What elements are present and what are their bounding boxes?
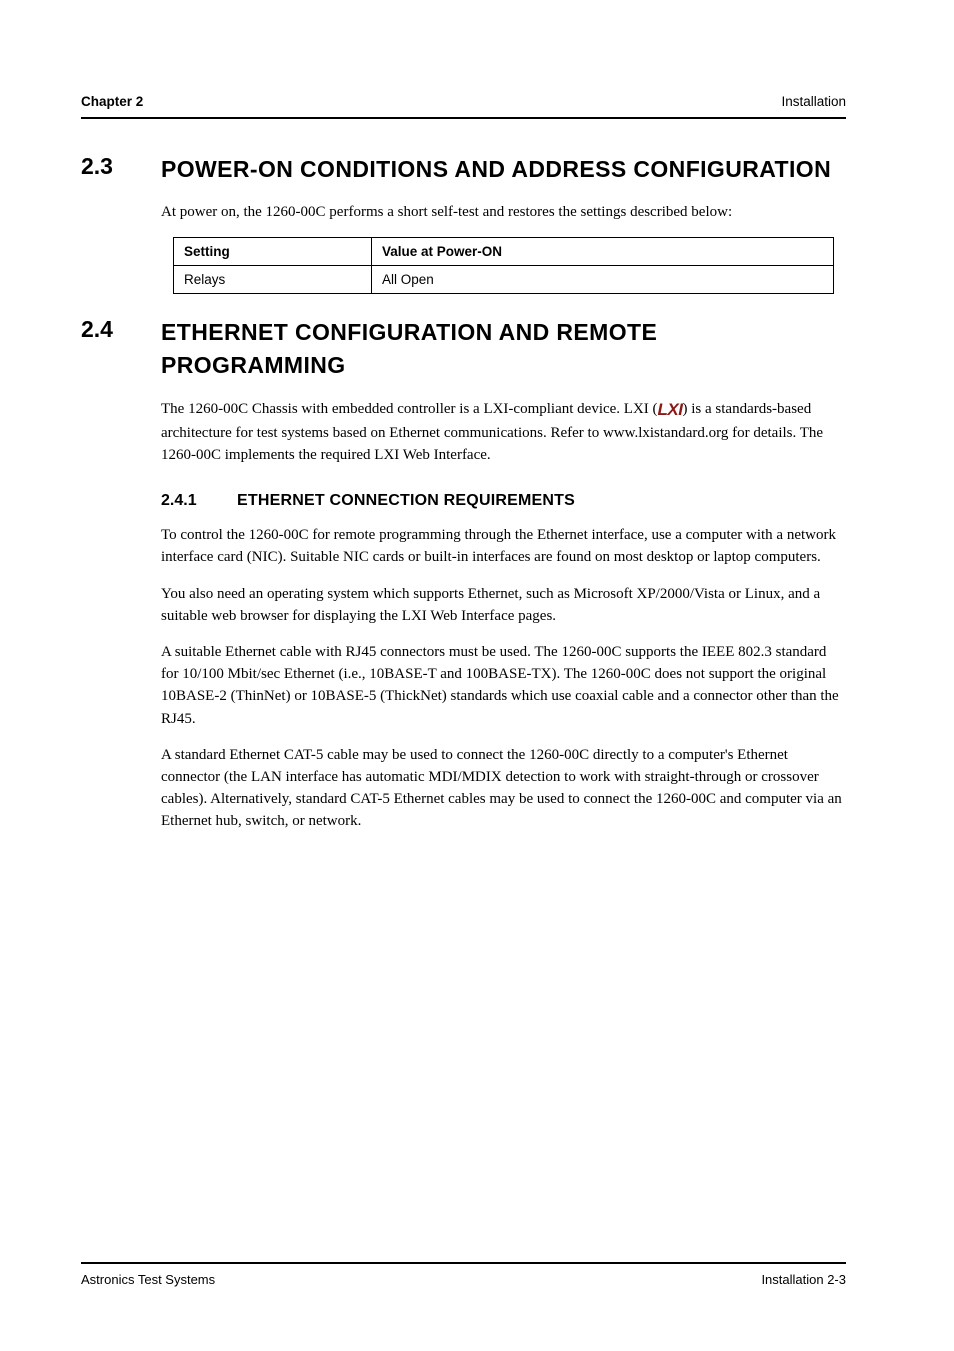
lxi-logo-icon: LXI (658, 400, 683, 419)
paragraph: The 1260-00C Chassis with embedded contr… (161, 397, 846, 467)
section-title: ETHERNET CONFIGURATION AND REMOTE PROGRA… (161, 316, 846, 380)
page-footer: Astronics Test Systems Installation 2-3 (81, 1262, 846, 1287)
content-area: 2.3 POWER-ON CONDITIONS AND ADDRESS CONF… (81, 119, 846, 1291)
subsection-2-4-1-body: To control the 1260-00C for remote progr… (161, 524, 846, 832)
table-cell: All Open (372, 266, 834, 294)
section-title: POWER-ON CONDITIONS AND ADDRESS CONFIGUR… (161, 153, 831, 185)
section-number: 2.3 (81, 153, 133, 185)
table-row: Relays All Open (174, 266, 834, 294)
subsection-number: 2.4.1 (161, 492, 217, 510)
table-header-cell: Value at Power-ON (372, 238, 834, 266)
page-header: Chapter 2 Installation (81, 94, 846, 117)
paragraph: You also need an operating system which … (161, 583, 846, 627)
paragraph: To control the 1260-00C for remote progr… (161, 524, 846, 568)
subsection-2-4-1-heading: 2.4.1 ETHERNET CONNECTION REQUIREMENTS (161, 492, 846, 510)
poweron-table-wrap: Setting Value at Power-ON Relays All Ope… (173, 237, 834, 294)
footer-page-ref: Installation 2-3 (761, 1272, 846, 1287)
text-run: The 1260-00C Chassis with embedded contr… (161, 401, 658, 417)
table-header-cell: Setting (174, 238, 372, 266)
poweron-table: Setting Value at Power-ON Relays All Ope… (173, 237, 834, 294)
paragraph: At power on, the 1260-00C performs a sho… (161, 201, 846, 223)
table-header-row: Setting Value at Power-ON (174, 238, 834, 266)
table-cell: Relays (174, 266, 372, 294)
section-2-3-body: At power on, the 1260-00C performs a sho… (161, 201, 846, 294)
section-number: 2.4 (81, 316, 133, 380)
section-2-3-heading: 2.3 POWER-ON CONDITIONS AND ADDRESS CONF… (81, 153, 846, 185)
footer-company: Astronics Test Systems (81, 1272, 215, 1287)
footer-row: Astronics Test Systems Installation 2-3 (81, 1264, 846, 1287)
header-chapter: Chapter 2 (81, 94, 143, 109)
page: Chapter 2 Installation 2.3 POWER-ON COND… (0, 0, 954, 1351)
section-2-4-body: The 1260-00C Chassis with embedded contr… (161, 397, 846, 467)
paragraph: A standard Ethernet CAT-5 cable may be u… (161, 744, 846, 833)
paragraph: A suitable Ethernet cable with RJ45 conn… (161, 641, 846, 730)
section-2-4-heading: 2.4 ETHERNET CONFIGURATION AND REMOTE PR… (81, 316, 846, 380)
subsection-title: ETHERNET CONNECTION REQUIREMENTS (237, 492, 575, 510)
header-section: Installation (781, 94, 846, 109)
